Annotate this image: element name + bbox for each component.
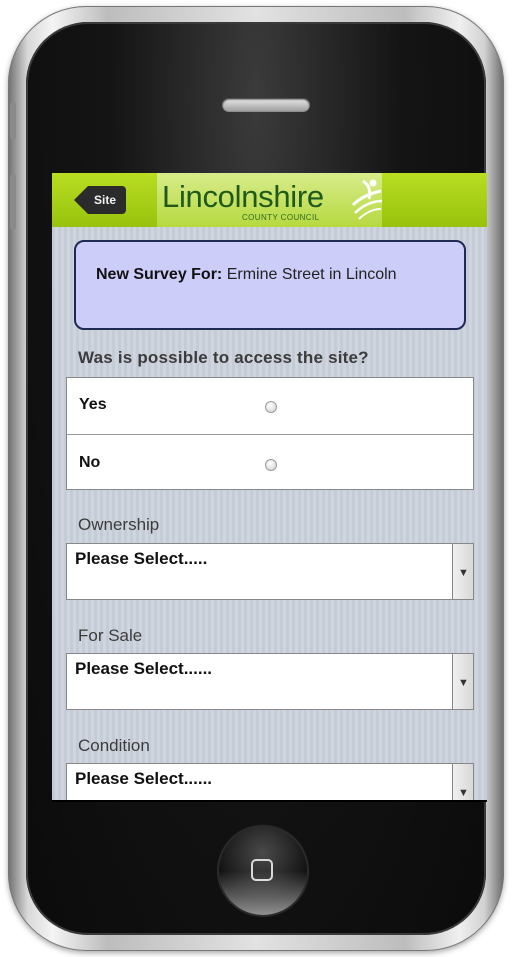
- logo-subtitle: COUNTY COUNCIL: [242, 213, 320, 222]
- radio-label: No: [79, 454, 101, 471]
- survey-prefix: New Survey For:: [96, 266, 223, 283]
- for-sale-label: For Sale: [78, 626, 143, 645]
- access-question-label: Was is possible to access the site?: [78, 348, 369, 367]
- chevron-down-icon: ▼: [458, 787, 469, 799]
- back-button[interactable]: Site: [74, 186, 126, 214]
- home-button[interactable]: [219, 827, 307, 915]
- chevron-down-icon: ▼: [458, 677, 469, 689]
- leaf-icon: [351, 179, 383, 220]
- volume-button: [10, 174, 16, 230]
- radio-button-yes[interactable]: [265, 401, 277, 413]
- speaker-grille: [222, 98, 310, 112]
- select-value: Please Select.....: [75, 549, 208, 568]
- ownership-label: Ownership: [78, 515, 160, 534]
- survey-location: Ermine Street in Lincoln: [226, 266, 397, 283]
- screen-bottom-edge: [52, 800, 487, 802]
- select-arrow[interactable]: ▼: [452, 544, 473, 599]
- radio-button-no[interactable]: [265, 459, 277, 471]
- radio-option-yes[interactable]: Yes: [67, 378, 473, 434]
- app-screen: Site Lincolnshire COUNTY COUNCIL New Sur…: [52, 173, 487, 800]
- app-header: Site Lincolnshire COUNTY COUNCIL: [52, 173, 487, 227]
- radio-option-no[interactable]: No: [67, 434, 473, 491]
- condition-label: Condition: [78, 736, 150, 755]
- select-value: Please Select......: [75, 769, 213, 788]
- condition-select[interactable]: Please Select...... ▼: [66, 763, 474, 800]
- survey-info-box: New Survey For: Ermine Street in Lincoln: [74, 240, 466, 330]
- access-radio-group: Yes No: [66, 377, 474, 490]
- for-sale-select[interactable]: Please Select...... ▼: [66, 653, 474, 710]
- radio-label: Yes: [79, 396, 107, 413]
- select-arrow[interactable]: ▼: [452, 764, 473, 800]
- mute-switch: [10, 102, 16, 140]
- select-arrow[interactable]: ▼: [452, 654, 473, 709]
- logo-title: Lincolnshire: [162, 179, 324, 214]
- chevron-down-icon: ▼: [458, 567, 469, 579]
- select-value: Please Select......: [75, 659, 213, 678]
- council-logo: Lincolnshire COUNTY COUNCIL: [157, 173, 383, 227]
- ownership-select[interactable]: Please Select..... ▼: [66, 543, 474, 600]
